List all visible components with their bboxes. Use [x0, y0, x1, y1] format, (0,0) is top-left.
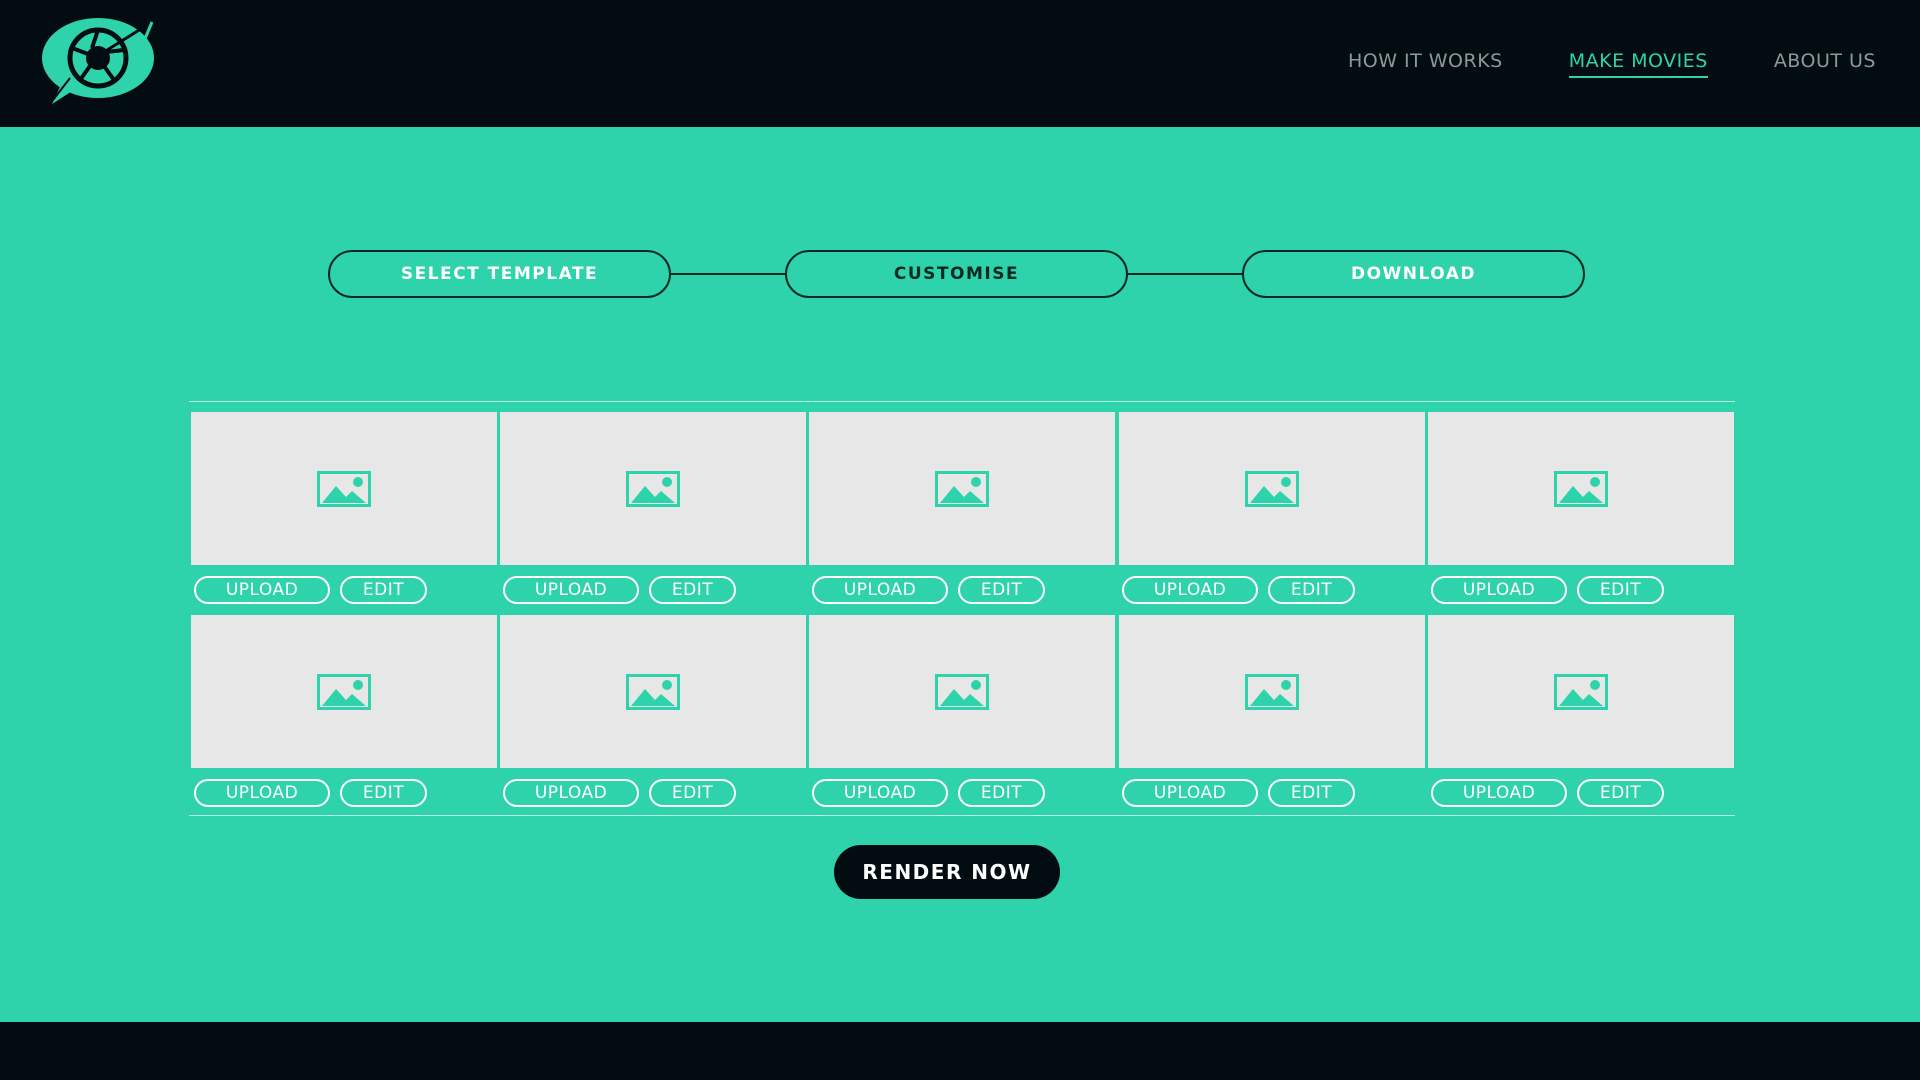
image-placeholder-icon: [626, 673, 680, 710]
upload-button[interactable]: UPLOAD: [194, 779, 330, 807]
slot-thumbnail[interactable]: [191, 615, 497, 768]
edit-button[interactable]: EDIT: [958, 576, 1045, 604]
image-placeholder-icon: [935, 470, 989, 507]
upload-button[interactable]: UPLOAD: [1431, 779, 1567, 807]
edit-button[interactable]: EDIT: [649, 779, 736, 807]
media-slot: UPLOAD EDIT: [191, 412, 497, 612]
nav-how-it-works[interactable]: HOW IT WORKS: [1348, 50, 1503, 78]
slot-thumbnail[interactable]: [809, 412, 1115, 565]
step-customise[interactable]: CUSTOMISE: [785, 250, 1128, 298]
edit-button[interactable]: EDIT: [649, 576, 736, 604]
image-placeholder-icon: [935, 673, 989, 710]
image-placeholder-icon: [317, 673, 371, 710]
media-slot: UPLOAD EDIT: [1428, 615, 1734, 815]
nav-about-us[interactable]: ABOUT US: [1774, 50, 1876, 78]
step-download[interactable]: DOWNLOAD: [1242, 250, 1585, 298]
brand-logo[interactable]: [40, 16, 160, 112]
upload-button[interactable]: UPLOAD: [503, 576, 639, 604]
render-now-button[interactable]: RENDER NOW: [834, 845, 1060, 899]
stepper-connector: [1126, 273, 1244, 275]
media-slot: UPLOAD EDIT: [809, 412, 1115, 612]
slot-thumbnail[interactable]: [191, 412, 497, 565]
media-slot-grid: UPLOAD EDIT UPLOAD EDIT UPLOAD EDIT UPLOAD EDIT…: [189, 401, 1735, 816]
upload-button[interactable]: UPLOAD: [1122, 779, 1258, 807]
edit-button[interactable]: EDIT: [340, 576, 427, 604]
image-placeholder-icon: [1554, 673, 1608, 710]
edit-button[interactable]: EDIT: [1577, 779, 1664, 807]
slot-thumbnail[interactable]: [1119, 412, 1425, 565]
image-placeholder-icon: [1245, 673, 1299, 710]
slot-thumbnail[interactable]: [1428, 412, 1734, 565]
nav-make-movies[interactable]: MAKE MOVIES: [1568, 50, 1708, 78]
edit-button[interactable]: EDIT: [958, 779, 1045, 807]
media-slot: UPLOAD EDIT: [1119, 412, 1425, 612]
image-placeholder-icon: [317, 470, 371, 507]
edit-button[interactable]: EDIT: [1268, 779, 1355, 807]
stepper-connector: [669, 273, 787, 275]
media-slot: UPLOAD EDIT: [1428, 412, 1734, 612]
media-slot: UPLOAD EDIT: [500, 412, 806, 612]
main-nav: HOW IT WORKS MAKE MOVIES ABOUT US: [1348, 0, 1876, 127]
upload-button[interactable]: UPLOAD: [812, 576, 948, 604]
upload-button[interactable]: UPLOAD: [194, 576, 330, 604]
media-slot: UPLOAD EDIT: [500, 615, 806, 815]
slot-thumbnail[interactable]: [500, 615, 806, 768]
slot-thumbnail[interactable]: [809, 615, 1115, 768]
upload-button[interactable]: UPLOAD: [503, 779, 639, 807]
edit-button[interactable]: EDIT: [1268, 576, 1355, 604]
edit-button[interactable]: EDIT: [1577, 576, 1664, 604]
media-slot: UPLOAD EDIT: [1119, 615, 1425, 815]
image-placeholder-icon: [1554, 470, 1608, 507]
slot-thumbnail[interactable]: [1119, 615, 1425, 768]
slot-thumbnail[interactable]: [1428, 615, 1734, 768]
step-select-template[interactable]: SELECT TEMPLATE: [328, 250, 671, 298]
media-slot: UPLOAD EDIT: [809, 615, 1115, 815]
site-footer: [0, 1022, 1920, 1080]
upload-button[interactable]: UPLOAD: [812, 779, 948, 807]
image-placeholder-icon: [626, 470, 680, 507]
edit-button[interactable]: EDIT: [340, 779, 427, 807]
upload-button[interactable]: UPLOAD: [1122, 576, 1258, 604]
media-slot: UPLOAD EDIT: [191, 615, 497, 815]
site-header: HOW IT WORKS MAKE MOVIES ABOUT US: [0, 0, 1920, 127]
progress-stepper: SELECT TEMPLATE CUSTOMISE DOWNLOAD: [328, 250, 1585, 298]
slot-thumbnail[interactable]: [500, 412, 806, 565]
image-placeholder-icon: [1245, 470, 1299, 507]
upload-button[interactable]: UPLOAD: [1431, 576, 1567, 604]
